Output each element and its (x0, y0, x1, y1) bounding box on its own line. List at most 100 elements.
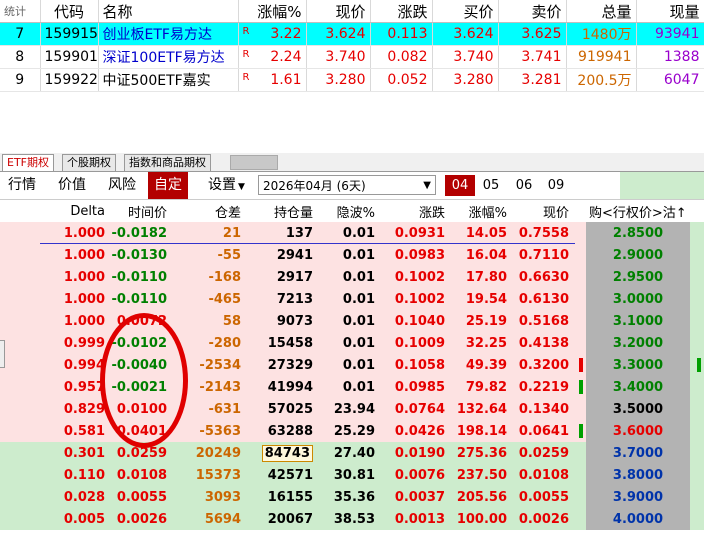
etf-name: 创业板ETF易方达 (98, 22, 239, 46)
chg-cell: 0.0037 (378, 486, 448, 508)
price-cell: 0.7558 (510, 222, 572, 244)
strike-header[interactable]: 购<行权价>沽↑ (586, 200, 704, 222)
delta-cell: 1.000 (0, 244, 108, 266)
oi-change-cell: -5363 (170, 420, 244, 442)
strike-price-cell[interactable]: 3.9000 (586, 486, 690, 508)
etf-chg: 0.082 (370, 45, 433, 69)
tab-etf-options[interactable]: ETF期权 (2, 154, 54, 171)
open-interest-header[interactable]: 持仓量 (244, 200, 316, 222)
table-row[interactable]: 7 159915 创业板ETF易方达 R 3.22 3.624 0.113 3.6… (0, 22, 704, 46)
call-position-marker (572, 332, 586, 354)
expiry-month-select[interactable]: 2026年04月 (6天) ▼ (258, 175, 436, 195)
tab-stock-options[interactable]: 个股期权 (62, 154, 116, 171)
tab-index-commodity-options[interactable]: 指数和商品期权 (124, 154, 211, 171)
open-interest-cell: 57025 (244, 398, 316, 420)
call-position-marker (572, 486, 586, 508)
code-header[interactable]: 代码 (40, 0, 99, 23)
open-interest-cell: 20067 (244, 508, 316, 530)
strike-price-cell[interactable]: 2.8500 (586, 222, 690, 244)
table-row[interactable]: 8 159901 深证100ETF易方达 R 2.24 3.740 0.082 3… (0, 45, 704, 69)
table-row[interactable]: 0.005 0.0026 5694 20067 38.53 0.0013 100.00 0.0… (0, 508, 704, 530)
iv-cell: 0.01 (316, 354, 378, 376)
time-value-header[interactable]: 时间价 (108, 200, 170, 222)
table-row[interactable]: 0.829 0.0100 -631 57025 23.94 0.0764 132.64 0.1… (0, 398, 704, 420)
time-value-cell: -0.0130 (108, 244, 170, 266)
bid-header[interactable]: 买价 (432, 0, 499, 23)
table-row[interactable]: 1.000 0.0072 58 9073 0.01 0.1040 25.19 0.5168 3.… (0, 310, 704, 332)
month-tab-09[interactable]: 09 (541, 175, 571, 196)
table-row[interactable]: 1.000 -0.0130 -55 2941 0.01 0.0983 16.04 0.7110… (0, 244, 704, 266)
delta-header[interactable]: Delta (0, 200, 108, 222)
strike-price-cell[interactable]: 3.5000 (586, 398, 690, 420)
chg-pct-header[interactable]: 涨幅% (448, 200, 510, 222)
delta-cell: 1.000 (0, 222, 108, 244)
delta-cell: 0.994 (0, 354, 108, 376)
settings-button[interactable]: 设置 ▼ (202, 172, 251, 199)
table-row[interactable]: 0.957 -0.0021 -2143 41994 0.01 0.0985 79.82 0.2… (0, 376, 704, 398)
put-position-marker (690, 244, 704, 266)
table-row[interactable]: 0.999 -0.0102 -280 15458 0.01 0.1009 32.25 0.41… (0, 332, 704, 354)
strike-price-cell[interactable]: 3.6000 (586, 420, 690, 442)
put-position-marker (690, 486, 704, 508)
strike-price-cell[interactable]: 3.3000 (586, 354, 690, 376)
price-cell: 0.0055 (510, 486, 572, 508)
name-header[interactable]: 名称 (98, 0, 239, 23)
row-index: 7 (0, 22, 41, 46)
tab-scrollbar[interactable] (230, 155, 278, 170)
delta-cell: 1.000 (0, 266, 108, 288)
etf-cur-vol: 6047 (636, 68, 704, 92)
month-tab-06[interactable]: 06 (509, 175, 539, 196)
iv-cell: 0.01 (316, 266, 378, 288)
table-row[interactable]: 0.110 0.0108 15373 42571 30.81 0.0076 237.50 0.… (0, 464, 704, 486)
strike-price-cell[interactable]: 3.8000 (586, 464, 690, 486)
strike-price-cell[interactable]: 4.0000 (586, 508, 690, 530)
table-row[interactable]: 1.000 -0.0110 -465 7213 0.01 0.1002 19.54 0.613… (0, 288, 704, 310)
oi-change-header[interactable]: 仓差 (170, 200, 244, 222)
strike-price-cell[interactable]: 3.1000 (586, 310, 690, 332)
call-position-marker (572, 508, 586, 530)
volume-header[interactable]: 总量 (566, 0, 637, 23)
etf-chg-pct: R 1.61 (238, 68, 307, 92)
chg-pct-cell: 16.04 (448, 244, 510, 266)
month-tab-04[interactable]: 04 (445, 175, 475, 196)
chgpct-header[interactable]: 涨幅% (238, 0, 307, 23)
table-row[interactable]: 9 159922 中证500ETF嘉实 R 1.61 3.280 0.052 3.… (0, 68, 704, 92)
table-row[interactable]: 1.000 -0.0110 -168 2917 0.01 0.1002 17.80 0.663… (0, 266, 704, 288)
stats-header[interactable]: 统计 (0, 0, 41, 23)
month-tab-05[interactable]: 05 (476, 175, 506, 196)
strike-price-cell[interactable]: 3.7000 (586, 442, 690, 464)
table-row[interactable]: 0.581 0.0401 -5363 63288 25.29 0.0426 198.14 0.… (0, 420, 704, 442)
strike-price-cell[interactable]: 3.0000 (586, 288, 690, 310)
etf-chg-pct: R 2.24 (238, 45, 307, 69)
price-header[interactable]: 现价 (306, 0, 371, 23)
strike-price-cell[interactable]: 2.9000 (586, 244, 690, 266)
table-row[interactable]: 0.994 -0.0040 -2534 27329 0.01 0.1058 49.39 0.3… (0, 354, 704, 376)
iv-cell: 30.81 (316, 464, 378, 486)
table-row[interactable]: 1.000 -0.0182 21 137 0.01 0.0931 14.05 0.7558 2.… (0, 222, 704, 244)
curvol-header[interactable]: 现量 (636, 0, 704, 23)
iv-header[interactable]: 隐波% (316, 200, 378, 222)
strike-price-cell[interactable]: 3.4000 (586, 376, 690, 398)
chg-header[interactable]: 涨跌 (378, 200, 448, 222)
strike-price-cell[interactable]: 2.9500 (586, 266, 690, 288)
etf-price: 3.280 (306, 68, 371, 92)
view-custom-button[interactable]: 自定 (148, 172, 188, 199)
side-panel-handle[interactable] (0, 340, 5, 368)
strike-price-cell[interactable]: 3.2000 (586, 332, 690, 354)
chg-cell: 0.0985 (378, 376, 448, 398)
price-cell: 0.0108 (510, 464, 572, 486)
view-risk-button[interactable]: 风险 (102, 172, 142, 199)
open-interest-cell: 137 (244, 222, 316, 244)
table-row[interactable]: 0.301 0.0259 20249 84743 27.40 0.0190 275.36 0.… (0, 442, 704, 464)
put-position-marker (690, 442, 704, 464)
margin-tag: R (242, 49, 250, 60)
time-value-cell: -0.0021 (108, 376, 170, 398)
chg-header[interactable]: 涨跌 (370, 0, 433, 23)
view-quotes-button[interactable]: 行情 (2, 172, 42, 199)
etf-name: 中证500ETF嘉实 (98, 68, 239, 92)
view-value-button[interactable]: 价值 (52, 172, 92, 199)
ask-header[interactable]: 卖价 (498, 0, 567, 23)
call-position-marker (572, 266, 586, 288)
table-row[interactable]: 0.028 0.0055 3093 16155 35.36 0.0037 205.56 0.0… (0, 486, 704, 508)
price-header[interactable]: 现价 (510, 200, 572, 222)
